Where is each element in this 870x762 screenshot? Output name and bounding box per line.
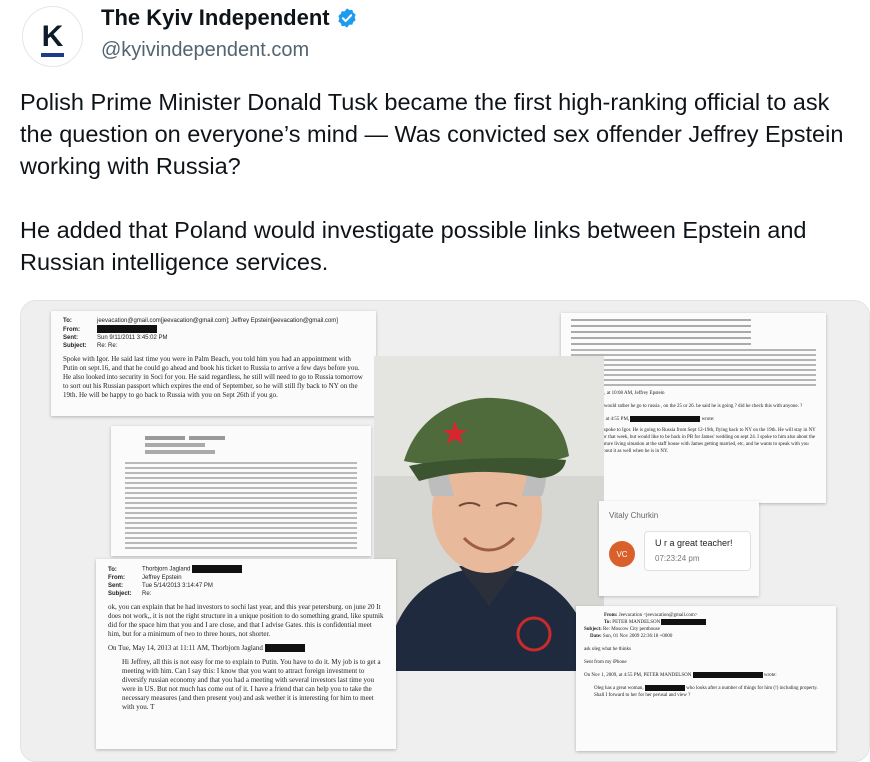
email-document bbox=[111, 426, 371, 556]
email-signature: Sent from my iPhone bbox=[584, 660, 627, 666]
text-line bbox=[145, 450, 215, 454]
verified-badge-icon bbox=[337, 8, 356, 28]
message-text: U r a great teacher! bbox=[655, 538, 733, 548]
email-subject: Re: Moscow City penthouse bbox=[603, 627, 660, 633]
email-quote: I would rather he go to russia , on the … bbox=[601, 404, 803, 409]
redaction bbox=[97, 325, 157, 333]
field-label: To: bbox=[108, 566, 117, 573]
email-body-lines bbox=[125, 462, 357, 552]
chat-card: Vitaly Churkin VC U r a great teacher! 0… bbox=[599, 501, 759, 596]
avatar-logo: K bbox=[40, 19, 64, 57]
email-quote-line: On Nov 1, 2009, at 4:55 PM, PETER MANDEL… bbox=[584, 673, 692, 679]
message-bubble: U r a great teacher! 07:23:24 pm bbox=[644, 531, 751, 571]
author-name[interactable]: The Kyiv Independent bbox=[101, 5, 330, 31]
redaction bbox=[644, 685, 685, 692]
portrait-photo bbox=[374, 356, 604, 671]
field-label: From: bbox=[63, 326, 80, 333]
email-quote: Hi Jeffrey, all this is not easy for me … bbox=[122, 657, 381, 711]
text-line bbox=[145, 436, 225, 440]
redaction bbox=[192, 565, 243, 573]
email-subject: Re: bbox=[142, 590, 152, 597]
email-document: From: Jeevacation <jeevacation@gmail.com… bbox=[576, 606, 836, 751]
email-header-lines bbox=[571, 319, 751, 345]
email-quote: I spoke to Igor. He is going to Russia f… bbox=[601, 428, 816, 455]
post-image[interactable]: To: jeevacation@gmail.com[jeevacation@gma… bbox=[20, 300, 870, 762]
portrait-illustration bbox=[374, 356, 604, 671]
redaction bbox=[661, 619, 707, 625]
email-to: jeevacation@gmail.com[jeevacation@gmail.… bbox=[97, 318, 338, 324]
avatar[interactable]: K bbox=[22, 6, 83, 67]
redaction bbox=[630, 416, 701, 422]
email-from: Jeevacation <jeevacation@gmail.com> bbox=[618, 613, 698, 618]
email-subject: Re: Re: bbox=[97, 342, 118, 349]
email-document: To: jeevacation@gmail.com[jeevacation@gma… bbox=[51, 311, 376, 416]
field-label: Date: bbox=[590, 634, 602, 640]
email-quote: Oleg has a great woman, bbox=[594, 686, 644, 692]
email-to: PETER MANDELSON bbox=[612, 620, 661, 626]
email-quote-line: On Tue, May 14, 2013 at 11:11 AM, Thorbj… bbox=[108, 643, 263, 652]
email-sent: Sun 9/11/2011 3:45:02 PM bbox=[97, 334, 168, 341]
email-body: ask oleg what he thinks bbox=[584, 647, 631, 653]
email-quote-line: On Sep 11, 2011, at 10:08 AM, Jeffrey Ep… bbox=[571, 391, 665, 396]
field-label: Sent: bbox=[108, 582, 123, 589]
post-text: Polish Prime Minister Donald Tusk became… bbox=[20, 86, 865, 278]
email-date: Sun, 01 Nov 2009 22:36:18 +0000 bbox=[602, 634, 673, 640]
field-label: Subject: bbox=[63, 342, 87, 349]
email-from: Jeffrey Epstein bbox=[142, 574, 182, 581]
email-document: To: Thorbjorn Jagland From: Jeffrey Epstei… bbox=[96, 559, 396, 749]
author-row: The Kyiv Independent bbox=[101, 5, 358, 31]
email-quote-line: wrote: bbox=[763, 673, 777, 679]
author-handle[interactable]: @kyivindependent.com bbox=[101, 39, 309, 62]
text-line bbox=[145, 443, 205, 447]
post-paragraph: He added that Poland would investigate p… bbox=[20, 217, 807, 275]
email-body: Spoke with Igor. He said last time you w… bbox=[63, 354, 363, 399]
email-to: Thorbjorn Jagland bbox=[142, 566, 191, 573]
email-sent: Tue 5/14/2013 3:14:47 PM bbox=[142, 582, 213, 589]
contact-avatar: VC bbox=[609, 541, 635, 567]
redaction bbox=[264, 643, 305, 652]
chat-contact-name: Vitaly Churkin bbox=[609, 511, 659, 520]
field-label: Sent: bbox=[63, 334, 78, 341]
email-body-lines bbox=[571, 349, 816, 387]
post-paragraph: Polish Prime Minister Donald Tusk became… bbox=[20, 89, 844, 179]
email-quote-line: wrote: bbox=[701, 417, 715, 423]
field-label: Subject: bbox=[108, 590, 132, 597]
field-label: From: bbox=[108, 574, 125, 581]
redaction bbox=[692, 672, 763, 679]
email-body: ok, you can explain that he had investor… bbox=[108, 602, 384, 638]
message-time: 07:23:24 pm bbox=[655, 554, 700, 563]
field-label: To: bbox=[604, 620, 612, 626]
field-label: From: bbox=[604, 613, 618, 618]
field-label: To: bbox=[63, 318, 72, 324]
field-label: Subject: bbox=[584, 627, 602, 633]
